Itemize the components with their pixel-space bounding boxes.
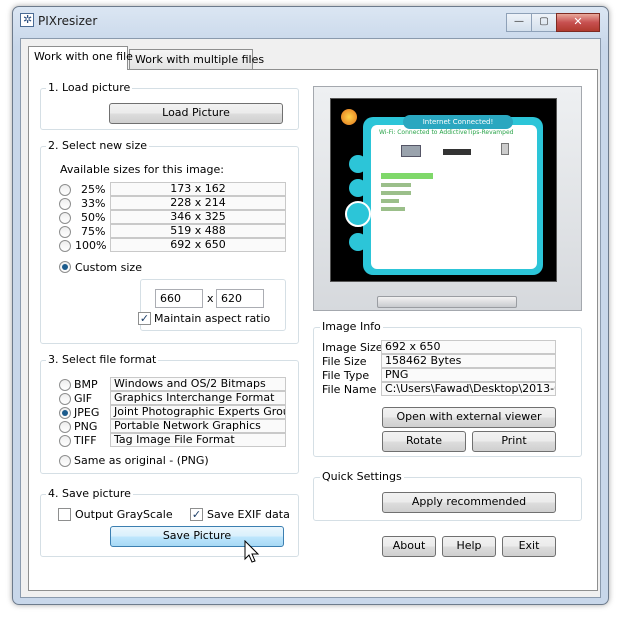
format-desc-png: Portable Network Graphics	[110, 419, 286, 433]
save-exif-checkbox[interactable]: ✓	[190, 508, 203, 521]
file-format-title: 3. Select file format	[46, 353, 159, 366]
size-dims-50: 346 x 325	[110, 210, 286, 224]
tab-one-file[interactable]: Work with one file	[28, 46, 133, 70]
size-pct-75: 75%	[81, 225, 106, 238]
size-dims-25: 173 x 162	[110, 182, 286, 196]
tab-multiple-files[interactable]: Work with multiple files	[129, 49, 264, 69]
open-external-viewer-button[interactable]: Open with external viewer	[382, 407, 556, 428]
preview-stand	[377, 296, 517, 308]
quick-settings-title: Quick Settings	[320, 470, 404, 483]
format-radio-same[interactable]	[59, 455, 71, 467]
height-input[interactable]: 620	[216, 289, 264, 308]
file-type-value: PNG	[381, 368, 556, 382]
firefox-icon	[341, 109, 357, 125]
about-button[interactable]: About	[382, 536, 436, 557]
format-radio-jpeg[interactable]	[59, 407, 71, 419]
format-same-label: Same as original - (PNG)	[74, 454, 209, 467]
size-pct-100: 100%	[75, 239, 107, 252]
print-button[interactable]: Print	[472, 431, 556, 452]
close-button[interactable]: ✕	[556, 13, 600, 32]
router-icon	[443, 149, 471, 155]
size-dims-75: 519 x 488	[110, 224, 286, 238]
format-ext-png: PNG	[74, 420, 98, 433]
preview-list-item	[381, 199, 399, 203]
app-logo-icon: ✲	[20, 13, 34, 27]
format-desc-jpeg: Joint Photographic Experts Group	[110, 405, 286, 419]
size-radio-33[interactable]	[59, 198, 71, 210]
device-icon	[501, 143, 509, 155]
minimize-button[interactable]: —	[506, 13, 532, 32]
file-name-value: C:\Users\Fawad\Desktop\2013-02-	[381, 382, 556, 396]
window-title: PIXresizer	[38, 14, 98, 28]
size-radio-75[interactable]	[59, 226, 71, 238]
preview-screen: Internet Connected! Wi-Fi: Connected to …	[330, 98, 557, 282]
image-size-label: Image Size	[322, 341, 383, 354]
preview-banner: Internet Connected!	[403, 115, 513, 129]
format-radio-png[interactable]	[59, 421, 71, 433]
file-size-value: 158462 Bytes	[381, 354, 556, 368]
preview-subtitle: Wi-Fi: Connected to AddictiveTips-Revamp…	[379, 129, 514, 136]
size-x-label: x	[207, 292, 214, 305]
preview-list-item	[381, 207, 405, 211]
maintain-aspect-label: Maintain aspect ratio	[154, 312, 271, 325]
preview-panel-inner	[371, 125, 537, 269]
size-dims-100: 692 x 650	[110, 238, 286, 252]
load-picture-title: 1. Load picture	[46, 81, 133, 94]
format-ext-gif: GIF	[74, 392, 93, 405]
sidebar-fire-icon	[349, 155, 367, 173]
image-size-value: 692 x 650	[381, 340, 556, 354]
grayscale-checkbox[interactable]	[58, 508, 71, 521]
apply-recommended-button[interactable]: Apply recommended	[382, 492, 556, 513]
custom-size-label: Custom size	[75, 261, 142, 274]
preview-list-item	[381, 183, 411, 187]
size-dims-33: 228 x 214	[110, 196, 286, 210]
file-type-label: File Type	[322, 369, 370, 382]
size-pct-50: 50%	[81, 211, 106, 224]
size-radio-50[interactable]	[59, 212, 71, 224]
preview-list-item	[381, 173, 433, 179]
size-pct-33: 33%	[81, 197, 106, 210]
rotate-button[interactable]: Rotate	[382, 431, 466, 452]
format-ext-bmp: BMP	[74, 378, 98, 391]
format-radio-tiff[interactable]	[59, 435, 71, 447]
file-name-label: File Name	[322, 383, 377, 396]
format-radio-bmp[interactable]	[59, 379, 71, 391]
size-radio-25[interactable]	[59, 184, 71, 196]
format-radio-gif[interactable]	[59, 393, 71, 405]
sidebar-grid-icon	[349, 233, 367, 251]
sidebar-wifi-icon	[345, 201, 371, 227]
maximize-button[interactable]: ▢	[531, 13, 557, 32]
grayscale-label: Output GrayScale	[75, 508, 173, 521]
save-picture-title: 4. Save picture	[46, 487, 133, 500]
format-desc-bmp: Windows and OS/2 Bitmaps	[110, 377, 286, 391]
load-picture-button[interactable]: Load Picture	[109, 103, 283, 124]
format-desc-tiff: Tag Image File Format	[110, 433, 286, 447]
size-radio-100[interactable]	[59, 240, 71, 252]
custom-size-radio[interactable]	[59, 261, 71, 273]
save-exif-label: Save EXIF data	[207, 508, 290, 521]
mouse-cursor-icon	[244, 540, 260, 563]
help-button[interactable]: Help	[442, 536, 496, 557]
laptop-icon	[401, 145, 421, 157]
format-ext-tiff: TIFF	[74, 434, 97, 447]
maintain-aspect-checkbox[interactable]: ✓	[138, 312, 151, 325]
file-size-label: File Size	[322, 355, 367, 368]
width-input[interactable]: 660	[155, 289, 203, 308]
format-ext-jpeg: JPEG	[74, 406, 100, 419]
available-sizes-label: Available sizes for this image:	[60, 163, 225, 176]
image-info-title: Image Info	[320, 320, 383, 333]
exit-button[interactable]: Exit	[502, 536, 556, 557]
size-pct-25: 25%	[81, 183, 106, 196]
sidebar-flag-icon	[349, 179, 367, 197]
preview-list-item	[381, 191, 411, 195]
format-desc-gif: Graphics Interchange Format	[110, 391, 286, 405]
select-size-title: 2. Select new size	[46, 139, 149, 152]
